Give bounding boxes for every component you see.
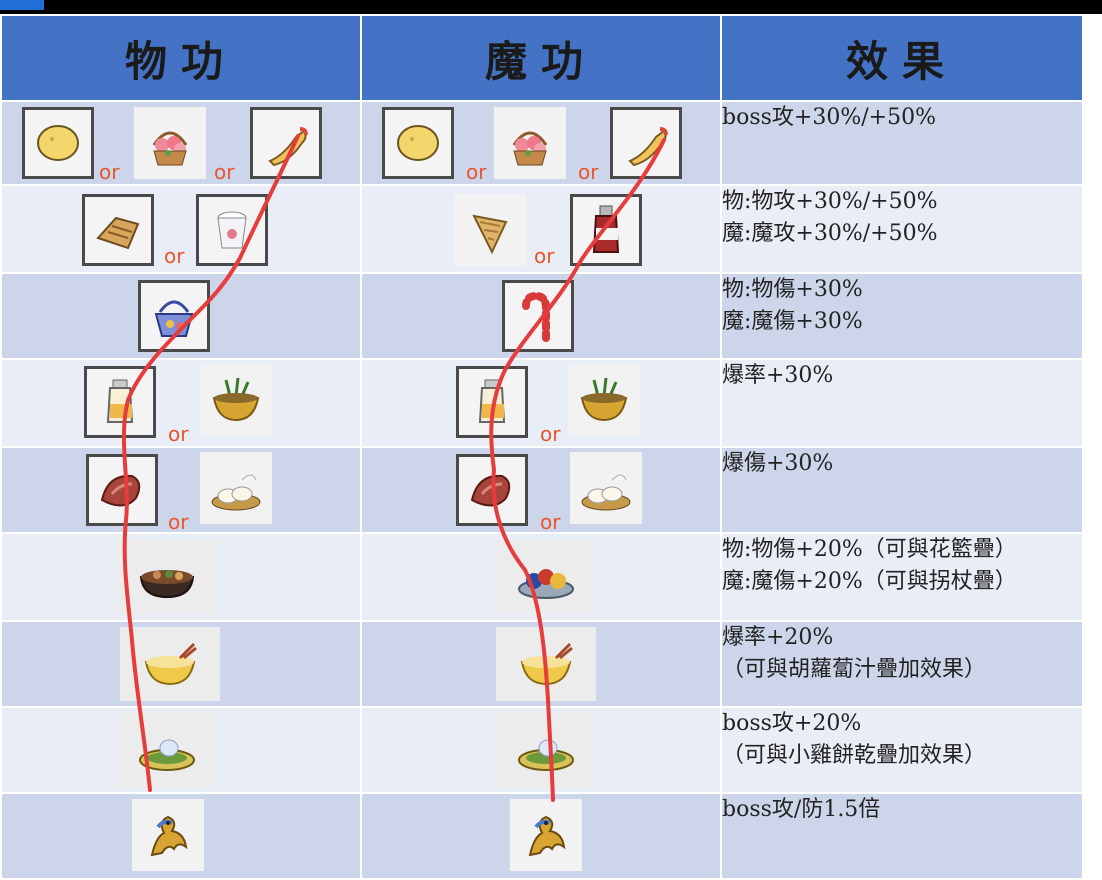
dumpling-plate-icon [200,452,272,524]
meat-icon [86,454,158,526]
magic-icons-cell: or [360,358,722,448]
effect-cell: boss攻/防1.5倍 [720,792,1084,880]
header-row: 物功 魔功 效果 [0,14,1084,102]
buff-row: boss攻/防1.5倍 [0,792,1084,880]
effect-cell: 爆率+30% [720,358,1084,448]
magic-icons-cell [360,532,722,622]
physical-icons-cell [0,706,362,794]
noodle-bowl-icon [120,627,220,701]
effect-text: 爆率+20% [722,625,834,650]
magic-icons-cell [360,620,722,708]
buff-row: or or 物:物攻+30%/+50% 魔:魔攻+30%/+50% [0,184,1084,274]
effect-cell: 物:物攻+30%/+50% 魔:魔攻+30%/+50% [720,184,1084,274]
physical-icons-cell [0,792,362,880]
salad-plate-icon [496,713,596,787]
meat-icon [456,454,528,526]
physical-icons-cell: or [0,184,362,274]
dragon-figure-icon [132,799,204,871]
magic-icons-cell [360,706,722,794]
corner-tab [0,0,44,10]
or-label: or [168,422,189,446]
physical-icons-cell: or [0,446,362,534]
effect-cell: boss攻+30%/+50% [720,100,1084,186]
juice-bottle-icon [84,366,156,438]
physical-icons-cell [0,272,362,360]
magic-icons-cell: or or [360,100,722,186]
stew-pot-icon [117,540,217,614]
potato-chip-icon [22,107,94,179]
effect-text: boss攻+20% [722,711,862,736]
right-margin [1082,14,1102,865]
flower-basket-icon [494,107,566,179]
potato-chip-icon [382,107,454,179]
physical-icons-cell [0,532,362,622]
header-magic: 魔功 [360,14,722,102]
effect-text: 魔:魔傷+30% [722,309,863,334]
effect-cell: boss攻+20% （可與小雞餅乾疊加效果） [720,706,1084,794]
effect-text: （可與胡蘿蔔汁疊加效果） [722,657,987,682]
sauce-bottle-icon [570,194,642,266]
effect-cell: 物:物傷+20%（可與花籃疊） 魔:魔傷+20%（可與拐杖疊） [720,532,1084,622]
physical-icons-cell: or or [0,100,362,186]
or-label: or [164,244,185,268]
buff-row: or or 爆傷+30% [0,446,1084,534]
or-label: or [466,160,487,184]
or-label: or [168,510,189,534]
herb-pot-icon [568,364,640,436]
buff-row: boss攻+20% （可與小雞餅乾疊加效果） [0,706,1084,794]
dumpling-plate-icon [570,452,642,524]
buff-row: 物:物傷+20%（可與花籃疊） 魔:魔傷+20%（可與拐杖疊） [0,532,1084,622]
yogurt-cup-icon [196,194,268,266]
or-label: or [540,510,561,534]
buff-row: 物:物傷+30% 魔:魔傷+30% [0,272,1084,360]
or-label: or [540,422,561,446]
header-physical: 物功 [0,14,362,102]
candy-cane-icon [502,280,574,352]
effect-text: （可與小雞餅乾疊加效果） [722,743,987,768]
or-label: or [578,160,599,184]
dragon-figure-icon [510,799,582,871]
bread-icon [82,194,154,266]
effect-text: 爆傷+30% [722,451,834,476]
top-bar [0,0,1102,14]
header-effect: 效果 [720,14,1084,102]
effect-text: 物:物傷+30% [722,277,863,302]
or-label: or [214,160,235,184]
salad-plate-icon [117,713,217,787]
churro-icon [250,107,322,179]
magic-icons-cell [360,792,722,880]
effect-cell: 物:物傷+30% 魔:魔傷+30% [720,272,1084,360]
effect-text: boss攻/防1.5倍 [722,797,881,822]
fruit-platter-icon [496,540,596,614]
herb-pot-icon [200,364,272,436]
effect-text: 魔:魔攻+30%/+50% [722,221,938,246]
magic-icons-cell [360,272,722,360]
effect-text: boss攻+30%/+50% [722,105,936,130]
effect-cell: 爆傷+30% [720,446,1084,534]
churro-icon [610,107,682,179]
blue-basket-icon [138,280,210,352]
physical-icons-cell [0,620,362,708]
noodle-bowl-icon [496,627,596,701]
magic-icons-cell: or [360,184,722,274]
physical-icons-cell: or [0,358,362,448]
effect-text: 物:物攻+30%/+50% [722,189,938,214]
cone-cookie-icon [454,194,526,266]
effect-cell: 爆率+20% （可與胡蘿蔔汁疊加效果） [720,620,1084,708]
juice-bottle-icon [456,366,528,438]
buff-row: or or or or boss攻+30%/+50% [0,100,1084,186]
effect-text: 物:物傷+20%（可與花籃疊） [722,537,1017,562]
or-label: or [534,244,555,268]
buff-row: or or 爆率+30% [0,358,1084,448]
magic-icons-cell: or [360,446,722,534]
effect-text: 爆率+30% [722,363,834,388]
flower-basket-icon [134,107,206,179]
buff-row: 爆率+20% （可與胡蘿蔔汁疊加效果） [0,620,1084,708]
buff-table: 物功 魔功 效果 or or or or boss攻+30%/+50% or or 物:物攻+… [0,14,1084,880]
or-label: or [99,160,120,184]
effect-text: 魔:魔傷+20%（可與拐杖疊） [722,569,1017,594]
